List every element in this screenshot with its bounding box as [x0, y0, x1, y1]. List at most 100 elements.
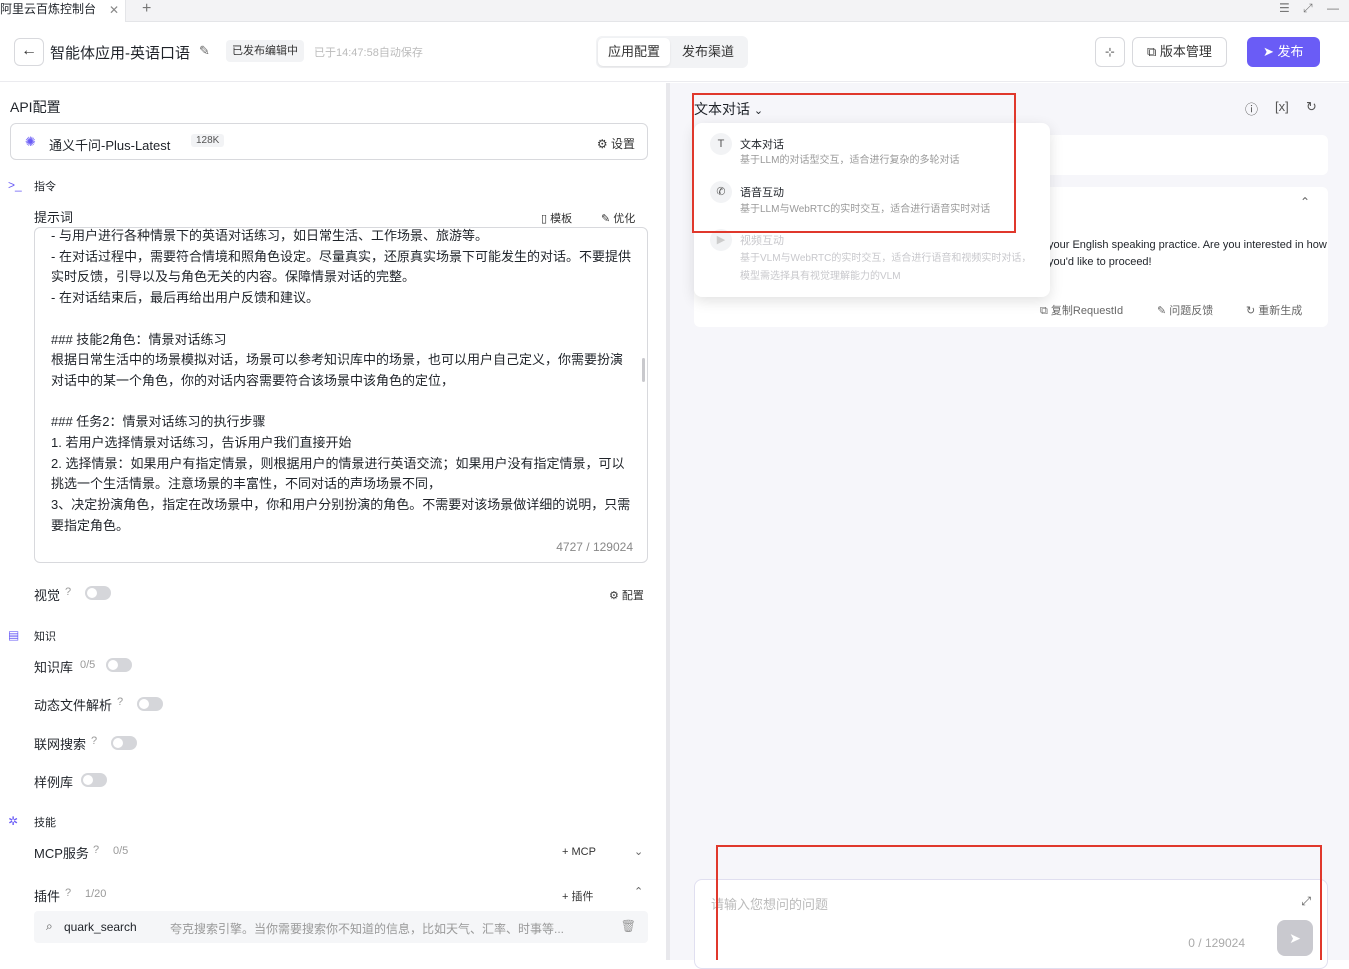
settings-label: 设置 [610, 137, 635, 151]
status-badge: 已发布编辑中 [226, 40, 304, 62]
knowledge-icon: ▤ [8, 628, 20, 642]
example-lib-toggle[interactable] [81, 773, 107, 787]
add-mcp-button[interactable]: + MCP [562, 846, 596, 858]
chevron-up-icon[interactable]: ⌃ [634, 885, 643, 898]
kb-count: 0/5 [80, 659, 96, 671]
minimize-icon[interactable]: — [1327, 1, 1339, 15]
add-plugin-button[interactable]: + 插件 [562, 888, 593, 904]
trash-icon[interactable]: 🗑 [621, 919, 636, 933]
new-tab-icon[interactable]: + [142, 0, 151, 18]
web-search-toggle[interactable] [111, 736, 137, 750]
autosave-text: 已于14:47:58自动保存 [314, 47, 423, 59]
model-selector[interactable]: ✺ 通义千问-Plus-Latest 128K ⚙ 设置 [10, 123, 648, 160]
publish-button[interactable]: ➤ 发布 [1247, 37, 1320, 67]
info-icon[interactable]: ⓘ [1245, 99, 1258, 118]
plugin-name: quark_search [64, 920, 137, 934]
gear-icon: ⚙ [609, 590, 622, 602]
kb-toggle[interactable] [106, 658, 132, 672]
add-plugin-label: 插件 [571, 891, 594, 903]
chevron-down-icon[interactable]: ⌄ [634, 845, 643, 858]
mode-selector[interactable]: 文本对话 ⌄ [694, 99, 763, 119]
help-icon[interactable]: ? [93, 844, 99, 856]
vision-config-link[interactable]: ⚙ 配置 [609, 587, 644, 603]
copy-requestid-label: 复制RequestId [1050, 305, 1124, 317]
instruction-icon: >_ [8, 178, 22, 192]
variables-icon[interactable]: [x] [1275, 99, 1289, 114]
app-header: ← 智能体应用-英语口语 ✎ 已发布编辑中 已于14:47:58自动保存 应用配… [0, 22, 1349, 82]
optimize-label: 优化 [613, 213, 636, 225]
plugin-label: 插件 [34, 889, 61, 904]
feedback-button[interactable]: ✎ 问题反馈 [1157, 302, 1213, 318]
mcp-label: MCP服务 [34, 846, 89, 861]
dynamic-file-toggle[interactable] [137, 697, 163, 711]
prompt-textarea[interactable]: - 与用户进行各种情景下的英语对话练习，如日常生活、工作场景、旅游等。 - 在对… [34, 227, 648, 563]
skills-label: 技能 [34, 817, 56, 829]
api-config-title: API配置 [10, 99, 61, 115]
optimize-icon: ✎ [601, 213, 614, 225]
dynamic-file-label: 动态文件解析 [34, 698, 113, 713]
close-icon[interactable]: ✕ [109, 1, 119, 19]
help-icon[interactable]: ? [91, 735, 97, 747]
web-search-label: 联网搜索 [34, 737, 87, 752]
prompt-scrollbar[interactable] [642, 358, 645, 382]
gear-icon: ⚙ [596, 137, 611, 151]
template-link[interactable]: ▯ 模板 [541, 210, 572, 226]
vision-config-label: 配置 [621, 590, 644, 602]
prompt-label: 提示词 [34, 210, 74, 225]
vision-toggle[interactable] [85, 586, 111, 600]
tab-app-config[interactable]: 应用配置 [598, 38, 671, 66]
version-management-button[interactable]: ⧉ 版本管理 [1132, 37, 1227, 67]
copy-requestid-button[interactable]: ⧉ 复制RequestId [1040, 302, 1123, 318]
model-settings-link[interactable]: ⚙ 设置 [597, 135, 635, 152]
chevron-up-icon[interactable]: ⌃ [1300, 195, 1310, 209]
plugin-count: 1/20 [85, 888, 107, 900]
maximize-icon[interactable]: ⤢ [1303, 1, 1313, 16]
browser-tab-bar: 阿里云百炼控制台 ✕ + ☰ ⤢ — [0, 0, 1349, 22]
video-icon: ▶ [710, 229, 732, 251]
template-icon: ▯ [541, 213, 551, 225]
header-tabs: 应用配置 发布渠道 [596, 36, 748, 68]
model-context-tag: 128K [191, 134, 225, 147]
kb-label: 知识库 [34, 660, 74, 675]
version-label: 版本管理 [1159, 44, 1212, 59]
chat-input-placeholder: 请输入您想问的问题 [711, 897, 829, 912]
example-lib-label: 样例库 [34, 775, 74, 790]
menu-icon[interactable]: ☰ [1279, 1, 1290, 15]
back-button[interactable]: ← [14, 38, 44, 66]
send-icon: ➤ [1263, 44, 1278, 59]
prompt-text: - 与用户进行各种情景下的英语对话练习，如日常生活、工作场景、旅游等。 - 在对… [51, 228, 631, 533]
browser-tab[interactable]: 阿里云百炼控制台 ✕ [0, 0, 126, 22]
feedback-icon: ✎ [1157, 305, 1170, 317]
chat-input-count: 0 / 129024 [1188, 936, 1245, 950]
collapse-icon: ⊹ [1104, 45, 1116, 59]
text-icon: T [710, 133, 732, 155]
phone-icon: ✆ [710, 181, 732, 203]
collapse-button[interactable]: ⊹ [1095, 37, 1125, 67]
help-icon[interactable]: ? [65, 887, 71, 899]
dropdown-item-title: 视频互动 [740, 235, 784, 247]
help-icon[interactable]: ? [65, 586, 71, 598]
mcp-count: 0/5 [113, 845, 129, 857]
tab-publish-channel[interactable]: 发布渠道 [672, 38, 744, 66]
dropdown-item-title: 语音互动 [740, 187, 784, 199]
expand-icon[interactable]: ⤢ [1301, 894, 1311, 909]
chat-message-text: your English speaking practice. Are you … [1048, 239, 1327, 268]
chat-input[interactable]: 请输入您想问的问题 ⤢ 0 / 129024 ➤ [694, 879, 1328, 969]
browser-tab-title: 阿里云百炼控制台 [0, 2, 97, 16]
chevron-down-icon: ⌄ [753, 105, 764, 117]
regenerate-icon: ↻ [1246, 305, 1259, 317]
dropdown-item-desc: 基于LLM的对话型交互，适合进行复杂的多轮对话 [740, 155, 960, 166]
help-icon[interactable]: ? [117, 696, 123, 708]
model-name: 通义千问-Plus-Latest [49, 138, 171, 153]
dropdown-item-desc: 基于LLM与WebRTC的实时交互，适合进行语音实时对话 [740, 204, 991, 215]
arrow-left-icon: ← [21, 42, 37, 59]
regenerate-button[interactable]: ↻ 重新生成 [1246, 302, 1302, 318]
plugin-item: ⌕ quark_search 夸克搜索引擎。当你需要搜索你不知道的信息，比如天气… [34, 911, 648, 943]
refresh-icon[interactable]: ↻ [1306, 99, 1317, 115]
edit-icon[interactable]: ✎ [199, 43, 210, 59]
instruction-label: 指令 [34, 181, 56, 193]
optimize-link[interactable]: ✎ 优化 [601, 210, 635, 226]
send-button[interactable]: ➤ [1277, 920, 1313, 956]
regenerate-label: 重新生成 [1258, 305, 1303, 317]
app-title: 智能体应用-英语口语 [50, 45, 190, 62]
